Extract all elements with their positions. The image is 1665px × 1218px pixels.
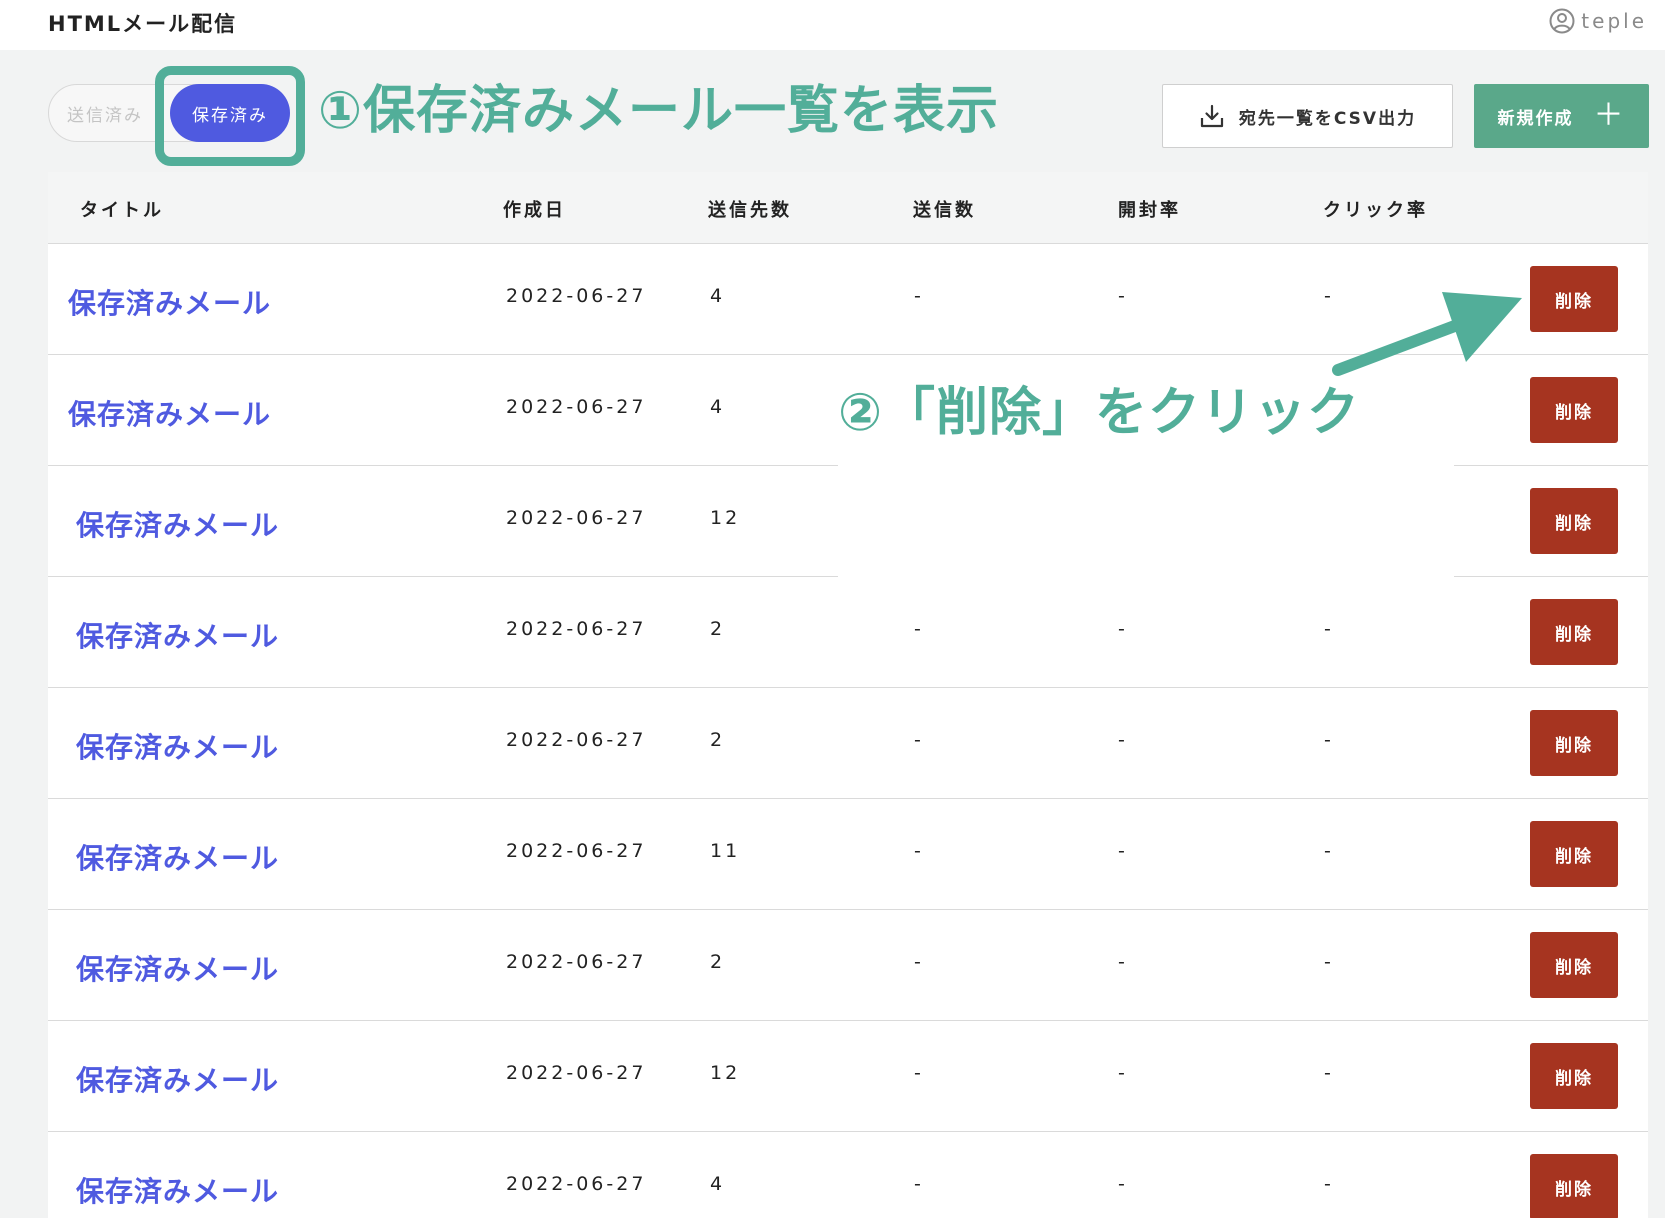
row-open-rate: - — [1118, 1173, 1128, 1195]
row-open-rate: - — [1118, 1062, 1128, 1084]
table-row: 保存済みメール 2022-06-27 2 - - - 削除 — [48, 688, 1648, 799]
row-click-rate: - — [1324, 285, 1334, 307]
row-date: 2022-06-27 — [506, 1062, 647, 1084]
csv-export-label: 宛先一覧をCSV出力 — [1238, 108, 1417, 129]
table-row: 保存済みメール 2022-06-27 4 - - - 削除 — [48, 244, 1648, 355]
row-recipients: 4 — [710, 1173, 726, 1195]
mail-table: タイトル 作成日 送信先数 送信数 開封率 クリック率 保存済みメール 2022… — [48, 172, 1648, 1218]
row-sent: - — [914, 1173, 924, 1195]
table-row: 保存済みメール 2022-06-27 12 - - - 削除 — [48, 1021, 1648, 1132]
row-sent: - — [914, 840, 924, 862]
row-date: 2022-06-27 — [506, 507, 647, 529]
header-created: 作成日 — [503, 200, 566, 221]
delete-button[interactable]: 削除 — [1530, 821, 1618, 887]
row-title-link[interactable]: 保存済みメール — [76, 1170, 279, 1210]
table-row: 保存済みメール 2022-06-27 11 - - - 削除 — [48, 799, 1648, 910]
row-date: 2022-06-27 — [506, 951, 647, 973]
header-open-rate: 開封率 — [1118, 200, 1181, 221]
row-sent: - — [914, 951, 924, 973]
row-open-rate: - — [1118, 618, 1128, 640]
delete-button[interactable]: 削除 — [1530, 599, 1618, 665]
delete-button[interactable]: 削除 — [1530, 488, 1618, 554]
delete-button[interactable]: 削除 — [1530, 377, 1618, 443]
csv-export-button[interactable]: 宛先一覧をCSV出力 — [1162, 84, 1453, 148]
new-mail-label: 新規作成 — [1497, 108, 1574, 129]
row-recipients: 12 — [710, 507, 741, 529]
row-sent: - — [914, 1062, 924, 1084]
row-sent: - — [914, 729, 924, 751]
table-row: 保存済みメール 2022-06-27 4 - - - 削除 — [48, 1132, 1648, 1218]
row-date: 2022-06-27 — [506, 729, 647, 751]
row-recipients: 2 — [710, 951, 726, 973]
row-sent: - — [914, 285, 924, 307]
delete-button[interactable]: 削除 — [1530, 1043, 1618, 1109]
row-click-rate: - — [1324, 1173, 1334, 1195]
header-sent: 送信数 — [913, 200, 976, 221]
row-recipients: 12 — [710, 1062, 741, 1084]
row-click-rate: - — [1324, 951, 1334, 973]
toggle-sent-option[interactable]: 送信済み — [67, 101, 143, 126]
row-open-rate: - — [1118, 951, 1128, 973]
delete-button[interactable]: 削除 — [1530, 932, 1618, 998]
account-menu[interactable]: teple — [1549, 8, 1647, 34]
table-row: 保存済みメール 2022-06-27 2 - - - 削除 — [48, 910, 1648, 1021]
row-title-link[interactable]: 保存済みメール — [68, 393, 271, 433]
row-title-link[interactable]: 保存済みメール — [76, 615, 279, 655]
delete-button[interactable]: 削除 — [1530, 1154, 1618, 1218]
annotation-step1: ①保存済みメール一覧を表示 — [318, 81, 1000, 141]
delete-button[interactable]: 削除 — [1530, 710, 1618, 776]
row-date: 2022-06-27 — [506, 396, 647, 418]
row-date: 2022-06-27 — [506, 285, 647, 307]
row-title-link[interactable]: 保存済みメール — [68, 282, 271, 322]
app-title: HTMLメール配信 — [48, 12, 238, 36]
header-recipients: 送信先数 — [708, 200, 792, 221]
toggle-saved-option[interactable]: 保存済み — [170, 84, 290, 142]
row-open-rate: - — [1118, 729, 1128, 751]
row-recipients: 2 — [710, 618, 726, 640]
header-click-rate: クリック率 — [1323, 200, 1428, 221]
row-open-rate: - — [1118, 285, 1128, 307]
plus-icon: ＋ — [1593, 98, 1626, 133]
row-title-link[interactable]: 保存済みメール — [76, 504, 279, 544]
top-bar: HTMLメール配信 teple — [0, 0, 1665, 50]
row-click-rate: - — [1324, 1062, 1334, 1084]
row-recipients: 4 — [710, 285, 726, 307]
delete-button[interactable]: 削除 — [1530, 266, 1618, 332]
download-icon — [1200, 104, 1223, 128]
new-mail-button[interactable]: 新規作成 ＋ — [1474, 84, 1649, 148]
row-sent: - — [914, 618, 924, 640]
table-header: タイトル 作成日 送信先数 送信数 開封率 クリック率 — [48, 172, 1648, 244]
header-title: タイトル — [80, 200, 164, 221]
row-click-rate: - — [1324, 729, 1334, 751]
row-date: 2022-06-27 — [506, 840, 647, 862]
row-title-link[interactable]: 保存済みメール — [76, 948, 279, 988]
row-click-rate: - — [1324, 840, 1334, 862]
row-date: 2022-06-27 — [506, 618, 647, 640]
annotation-step2: ②「削除」をクリック — [838, 383, 1361, 443]
row-open-rate: - — [1118, 840, 1128, 862]
row-date: 2022-06-27 — [506, 1173, 647, 1195]
row-title-link[interactable]: 保存済みメール — [76, 837, 279, 877]
user-circle-icon — [1549, 8, 1575, 34]
row-title-link[interactable]: 保存済みメール — [76, 726, 279, 766]
row-recipients: 2 — [710, 729, 726, 751]
table-row: 保存済みメール 2022-06-27 2 - - - 削除 — [48, 577, 1648, 688]
brand-name: teple — [1581, 9, 1647, 33]
row-recipients: 4 — [710, 396, 726, 418]
row-recipients: 11 — [710, 840, 741, 862]
row-title-link[interactable]: 保存済みメール — [76, 1059, 279, 1099]
row-click-rate: - — [1324, 618, 1334, 640]
